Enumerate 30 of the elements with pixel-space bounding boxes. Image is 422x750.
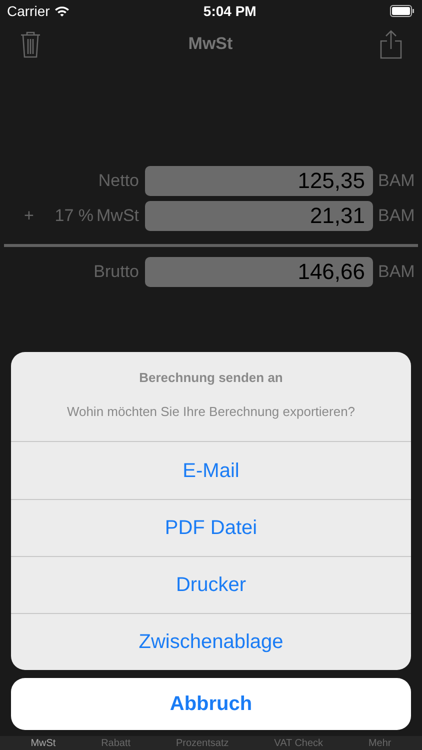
vat-rate[interactable]: 17 %	[54, 203, 94, 229]
plus-sign: +	[23, 205, 34, 228]
sheet-message: Wohin möchten Sie Ihre Berechnung exportieren?	[66, 402, 356, 421]
amount-field[interactable]: 21,31	[145, 201, 373, 231]
action-button[interactable]: Zwischenablage	[11, 613, 411, 670]
cancel-button[interactable]: Abbruch	[11, 678, 411, 730]
currency-label: BAM	[377, 205, 415, 228]
battery-icon	[390, 5, 415, 17]
tab[interactable]: Rabatt	[101, 738, 131, 750]
tab[interactable]: VAT Check	[274, 738, 324, 750]
trash-icon[interactable]	[20, 30, 41, 58]
action-button[interactable]: E-Mail	[11, 442, 411, 499]
amount-field[interactable]: 125,35	[145, 166, 373, 196]
carrier-name: Carrier	[7, 2, 50, 20]
field-label: MwSt	[96, 205, 139, 228]
currency-label: BAM	[377, 170, 415, 192]
field-label: Netto	[98, 170, 139, 192]
status-time: 5:04 PM	[203, 2, 256, 20]
action-button[interactable]: PDF Datei	[11, 499, 411, 556]
tab[interactable]: Prozentsatz	[176, 738, 229, 750]
wifi-icon	[54, 5, 70, 17]
window-title: MwSt	[188, 33, 233, 56]
share-icon[interactable]	[380, 30, 402, 58]
tab[interactable]: MwSt	[30, 738, 56, 750]
amount-field[interactable]: 146,66	[145, 257, 373, 287]
field-label: Brutto	[94, 261, 139, 284]
sheet-title: Berechnung senden an	[139, 369, 283, 387]
tab[interactable]: Mehr	[368, 738, 392, 750]
action-button[interactable]: Drucker	[11, 556, 411, 613]
currency-label: BAM	[377, 261, 415, 284]
